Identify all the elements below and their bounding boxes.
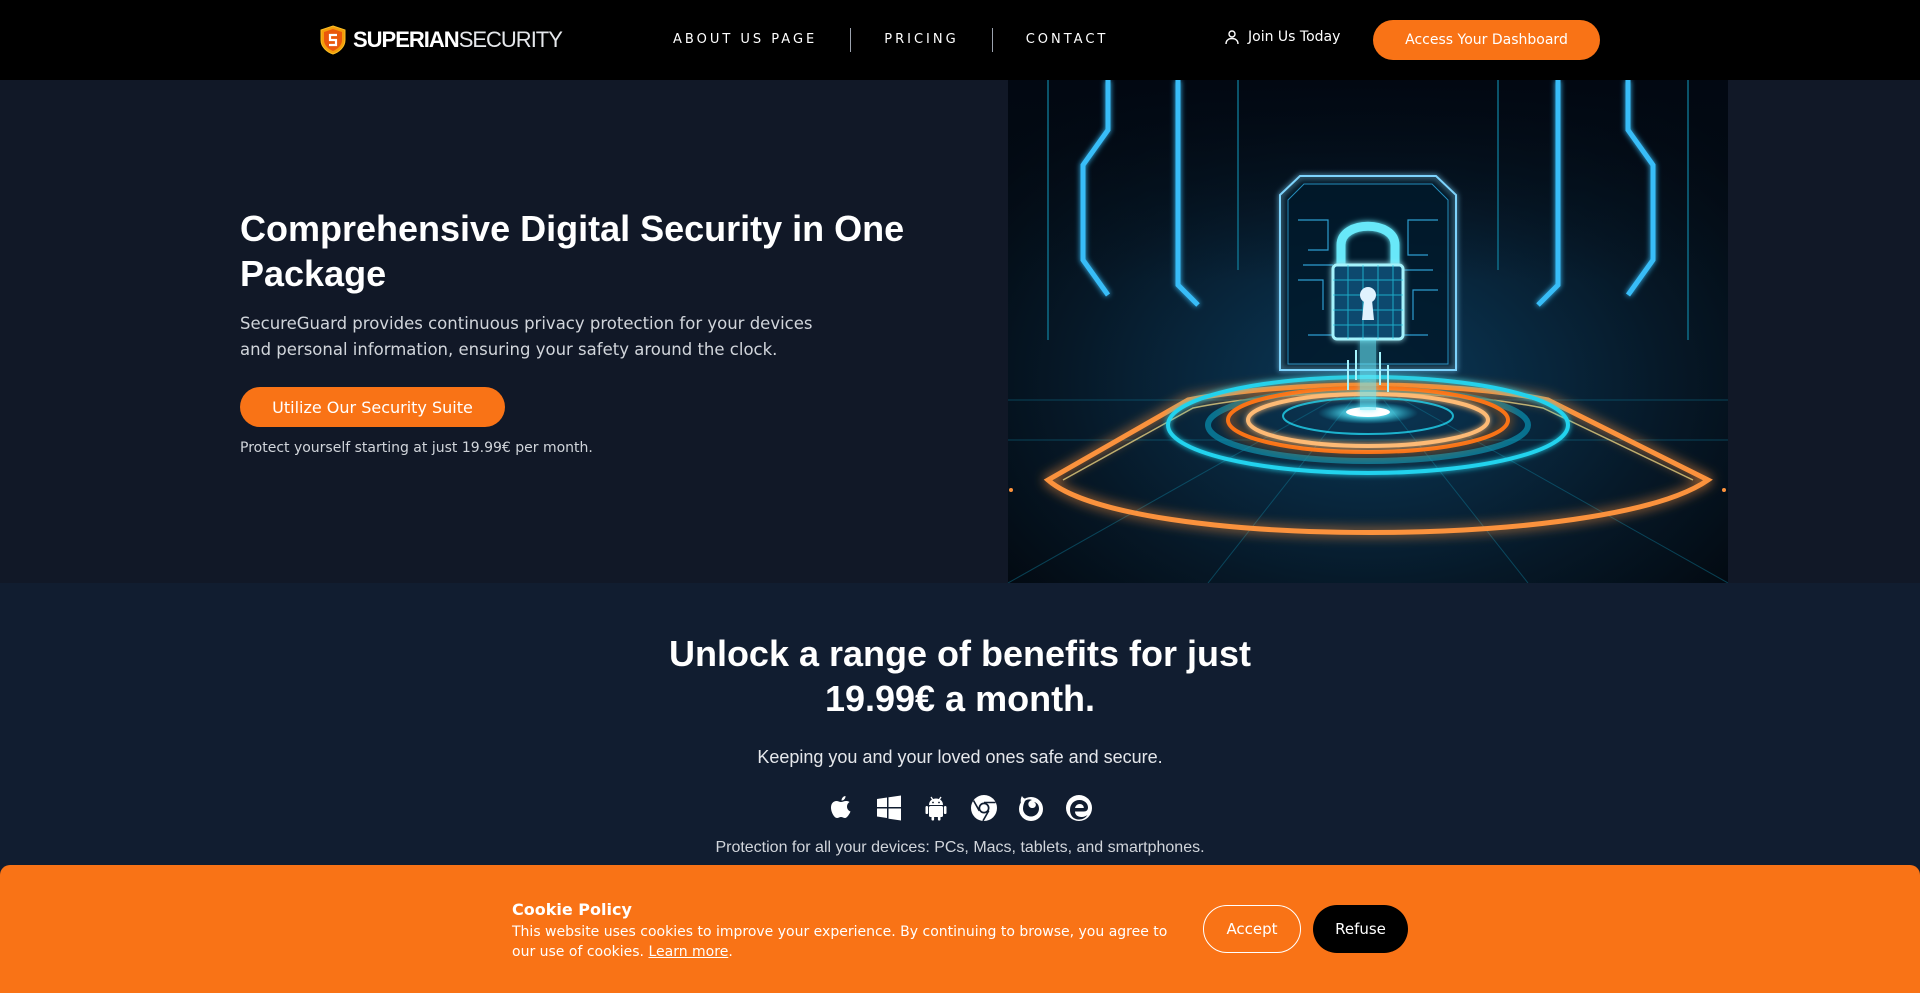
- navbar: SUPERIANSECURITY ABOUT US PAGE PRICING C…: [0, 0, 1920, 80]
- hero-section: Comprehensive Digital Security in One Pa…: [0, 80, 1920, 583]
- platform-icons: [826, 793, 1094, 825]
- chrome-icon: [969, 793, 999, 823]
- devices-text: Protection for all your devices: PCs, Ma…: [715, 839, 1205, 856]
- nav-contact[interactable]: CONTACT: [993, 28, 1142, 52]
- nav-about[interactable]: ABOUT US PAGE: [640, 28, 850, 52]
- join-label: Join Us Today: [1248, 29, 1341, 45]
- brand-name: SUPERIANSECURITY: [353, 25, 563, 55]
- price-note: Protect yourself starting at just 19.99€…: [240, 440, 593, 456]
- user-icon: [1225, 30, 1239, 45]
- firefox-icon: [1016, 793, 1046, 823]
- nav-pricing[interactable]: PRICING: [851, 28, 991, 52]
- refuse-button[interactable]: Refuse: [1313, 905, 1408, 953]
- cookie-title: Cookie Policy: [512, 900, 632, 919]
- hero-illustration: [1008, 80, 1728, 583]
- hero-description: SecureGuard provides continuous privacy …: [240, 314, 813, 359]
- join-link[interactable]: Join Us Today: [1224, 29, 1340, 45]
- shield-logo-icon: [320, 25, 346, 55]
- windows-icon: [874, 793, 904, 823]
- main-nav: ABOUT US PAGE PRICING CONTACT: [640, 28, 1141, 52]
- accept-button[interactable]: Accept: [1203, 905, 1301, 953]
- android-icon: [921, 793, 951, 823]
- learn-more-link[interactable]: Learn more: [648, 944, 728, 960]
- edge-icon: [1064, 793, 1094, 823]
- benefits-title: Unlock a range of benefits for just 19.9…: [668, 633, 1252, 719]
- brand-name-light: SECURITY: [458, 27, 563, 52]
- padlock-illustration: [1008, 80, 1728, 583]
- hero-title: Comprehensive Digital Security in One Pa…: [240, 208, 905, 294]
- brand-logo[interactable]: SUPERIANSECURITY: [319, 25, 563, 55]
- dashboard-button[interactable]: Access Your Dashboard: [1373, 20, 1600, 60]
- cookie-text: This website uses cookies to improve you…: [512, 924, 1168, 960]
- brand-name-bold: SUPERIAN: [353, 27, 460, 52]
- cookie-message: This website uses cookies to improve you…: [512, 924, 1168, 960]
- security-suite-button[interactable]: Utilize Our Security Suite: [240, 387, 505, 427]
- apple-icon: [826, 793, 856, 823]
- benefits-subtitle: Keeping you and your loved ones safe and…: [757, 747, 1163, 767]
- cookie-banner: Cookie Policy This website uses cookies …: [0, 865, 1920, 993]
